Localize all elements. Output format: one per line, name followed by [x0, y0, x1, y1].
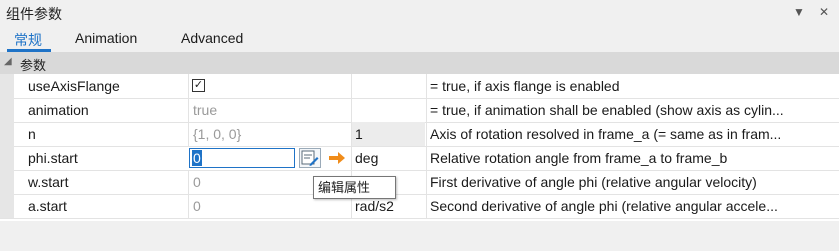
param-name: animation: [28, 102, 89, 118]
collapse-triangle-icon[interactable]: ◢: [4, 56, 12, 67]
param-unit[interactable]: 1: [351, 122, 425, 146]
param-unit[interactable]: deg: [351, 146, 425, 170]
param-description: Relative rotation angle from frame_a to …: [426, 146, 839, 170]
use-axis-flange-checkbox[interactable]: ✓: [192, 79, 205, 92]
row-gutter: [0, 170, 14, 194]
param-description: Axis of rotation resolved in frame_a (= …: [426, 122, 839, 146]
edit-attributes-icon[interactable]: [299, 148, 321, 168]
group-header-params[interactable]: ◢ 参数: [0, 52, 839, 74]
panel-titlebar: 组件参数 ▼ ✕: [0, 0, 839, 25]
param-description: First derivative of angle phi (relative …: [426, 170, 839, 194]
param-name: a.start: [28, 198, 67, 214]
close-icon[interactable]: ✕: [815, 2, 833, 22]
panel-footer-area: [0, 221, 839, 251]
tab-general[interactable]: 常规: [14, 30, 42, 50]
table-row: w.start 0 rad/s First derivative of angl…: [0, 170, 839, 195]
group-label: 参数: [20, 58, 47, 73]
tab-advanced[interactable]: Advanced: [181, 30, 243, 46]
property-grid: ◢ 参数 useAxisFlange ✓ = true, if axis fla…: [0, 52, 839, 221]
row-gutter: [0, 98, 14, 122]
tab-bar: 常规 Animation Advanced: [0, 26, 839, 52]
panel-title: 组件参数: [6, 6, 62, 22]
phi-start-input[interactable]: 0: [189, 148, 295, 168]
param-value[interactable]: {1, 0, 0}: [188, 122, 350, 146]
param-name: w.start: [28, 174, 69, 190]
table-row: animation true = true, if animation shal…: [0, 98, 839, 123]
table-row: phi.start 0 deg Relative rotation angle …: [0, 146, 839, 171]
param-name: n: [28, 126, 36, 142]
row-gutter: [0, 146, 14, 170]
param-value[interactable]: true: [188, 98, 350, 122]
param-description: Second derivative of angle phi (relative…: [426, 194, 839, 218]
row-gutter: [0, 194, 14, 218]
orange-arrow-icon[interactable]: [326, 149, 348, 167]
param-name: useAxisFlange: [28, 78, 120, 94]
param-unit: [351, 74, 425, 98]
table-row: useAxisFlange ✓ = true, if axis flange i…: [0, 74, 839, 99]
table-row: n {1, 0, 0} 1 Axis of rotation resolved …: [0, 122, 839, 147]
tooltip: 编辑属性: [313, 176, 396, 199]
orange-arrow-graphic: [329, 152, 345, 164]
param-unit: [351, 98, 425, 122]
param-name: phi.start: [28, 150, 78, 166]
selected-value: 0: [192, 150, 202, 166]
triangle-down-icon[interactable]: ▼: [790, 2, 808, 22]
table-row: a.start 0 rad/s2 Second derivative of an…: [0, 194, 839, 219]
tab-animation[interactable]: Animation: [75, 30, 137, 46]
row-gutter: [0, 122, 14, 146]
param-value-cell[interactable]: [188, 74, 350, 98]
param-description: = true, if axis flange is enabled: [426, 74, 839, 98]
row-gutter: [0, 74, 14, 98]
edit-attributes-icon-graphic: [301, 150, 319, 166]
param-description: = true, if animation shall be enabled (s…: [426, 98, 839, 122]
